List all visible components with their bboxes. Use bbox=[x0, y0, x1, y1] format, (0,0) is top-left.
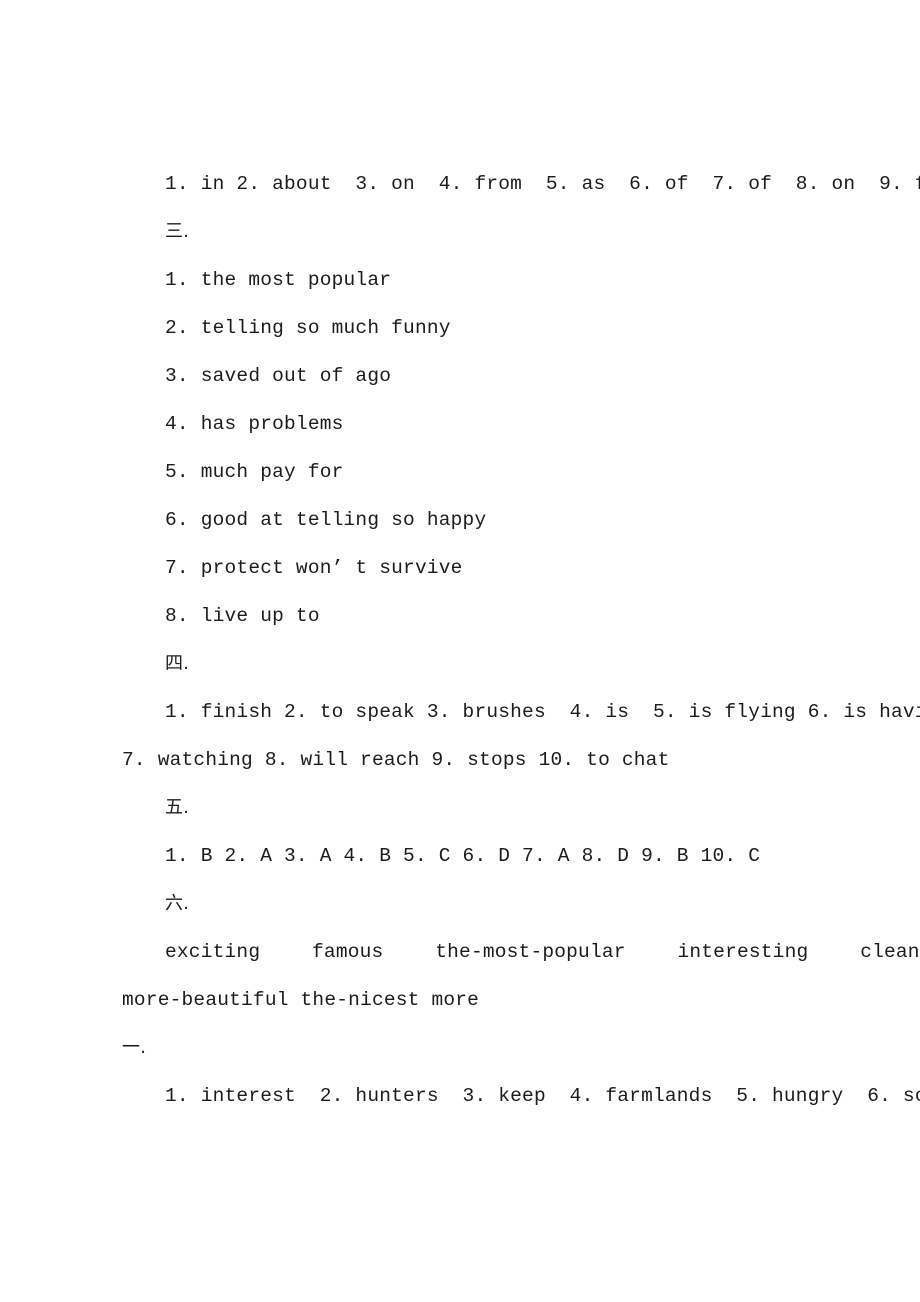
section-three-item-7: 7. protect won’ t survive bbox=[165, 557, 463, 579]
section-six-words-line-1: exciting famous the-most-popular interes… bbox=[165, 941, 920, 963]
answer-line-prepositions: 1. in 2. about 3. on 4. from 5. as 6. of… bbox=[165, 173, 920, 195]
section-five-multiple-choice-answers: 1. B 2. A 3. A 4. B 5. C 6. D 7. A 8. D … bbox=[165, 845, 761, 867]
section-heading-five: 五. bbox=[165, 797, 190, 818]
section-one-vocabulary-answers: 1. interest 2. hunters 3. keep 4. farmla… bbox=[165, 1085, 920, 1107]
section-heading-three: 三. bbox=[165, 221, 190, 242]
document-page: 1. in 2. about 3. on 4. from 5. as 6. of… bbox=[0, 0, 920, 1302]
section-three-item-6: 6. good at telling so happy bbox=[165, 509, 487, 531]
section-six-words-line-2: more-beautiful the-nicest more bbox=[122, 989, 480, 1011]
section-three-item-1: 1. the most popular bbox=[165, 269, 392, 291]
section-three-item-4: 4. has problems bbox=[165, 413, 344, 435]
section-three-item-8: 8. live up to bbox=[165, 605, 320, 627]
section-four-items-line-2: 7. watching 8. will reach 9. stops 10. t… bbox=[122, 749, 670, 771]
section-three-item-5: 5. much pay for bbox=[165, 461, 344, 483]
section-three-item-3: 3. saved out of ago bbox=[165, 365, 392, 387]
section-heading-six: 六. bbox=[165, 893, 190, 914]
section-three-item-2: 2. telling so much funny bbox=[165, 317, 451, 339]
section-four-items-line-1: 1. finish 2. to speak 3. brushes 4. is 5… bbox=[165, 701, 920, 723]
document-body: 1. in 2. about 3. on 4. from 5. as 6. of… bbox=[122, 160, 920, 1120]
section-heading-four: 四. bbox=[165, 653, 190, 674]
section-heading-one: 一. bbox=[122, 1037, 147, 1058]
